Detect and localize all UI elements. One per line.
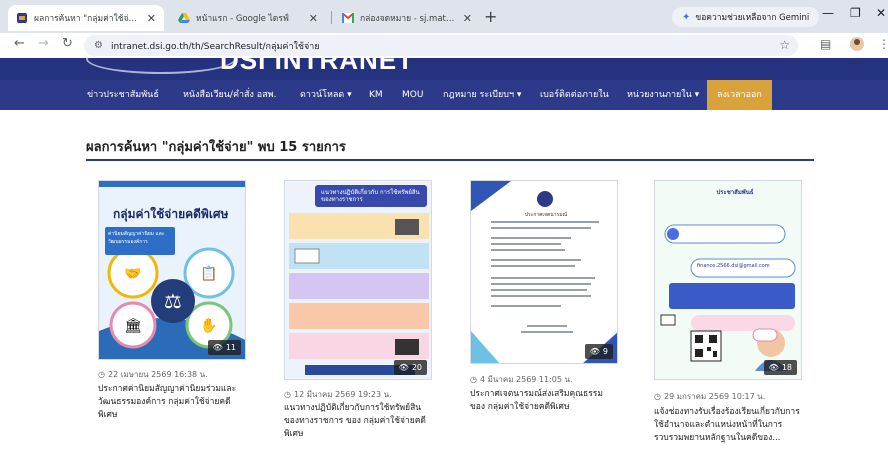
view-count: 20	[411, 363, 422, 372]
thumbnail-title: ประกาศเจตนารมณ์	[524, 212, 568, 218]
thumbnail-graphic	[289, 185, 429, 375]
tab-search-result[interactable]: ผลการค้นหา "กลุ่มค่าใช้จ่าย" พบ 15 ✕	[8, 5, 164, 31]
nav-item-phone-directory[interactable]: เบอร์ติดต่อภายใน	[540, 80, 609, 110]
tab-gmail[interactable]: กล่องจดหมาย - sj.mathurod@gm ✕	[334, 5, 480, 31]
reload-icon[interactable]: ↻	[62, 36, 73, 51]
eye-icon: 👁	[768, 363, 779, 372]
card-date: ◷ 4 มีนาคม 2569 11:05 น.	[470, 373, 573, 386]
tab-title: ผลการค้นหา "กลุ่มค่าใช้จ่าย" พบ 15	[34, 14, 141, 24]
gemini-label: ขอความช่วยเหลือจาก Gemini	[695, 13, 810, 23]
profile-avatar[interactable]	[850, 37, 864, 54]
clock-icon: ◷	[98, 370, 105, 379]
site-info-icon[interactable]: ⚙	[94, 40, 103, 51]
gemini-button[interactable]: ✦ ขอความช่วยเหลือจาก Gemini	[672, 7, 820, 27]
card-date: ◷ 29 มกราคม 2569 10:17 น.	[654, 390, 765, 403]
clock-icon: ◷	[654, 392, 661, 401]
card-date: ◷ 22 เมษายน 2569 16:38 น.	[98, 368, 208, 381]
nav-item-laws[interactable]: กฎหมาย ระเบียบฯ ▾	[443, 80, 521, 110]
nav-item-mou[interactable]: MOU	[402, 80, 423, 110]
card-thumbnail[interactable]: ⚖ 🤝 📋 🏛 ✋ กลุ่มค่าใช้จ่ายคดีพิเศษ ค่านิย…	[98, 180, 246, 360]
address-bar[interactable]: ⚙ intranet.dsi.go.th/th/SearchResult/กลุ…	[84, 35, 798, 56]
reading-mode-icon[interactable]: ▤	[820, 37, 831, 51]
svg-text:🏛: 🏛	[124, 317, 142, 334]
url-text: intranet.dsi.go.th/th/SearchResult/กลุ่ม…	[110, 41, 320, 52]
view-count: 11	[225, 343, 236, 352]
view-count-badge: 👁 9	[584, 344, 613, 359]
browser-toolbar: ← → ↻ ⚙ intranet.dsi.go.th/th/SearchResu…	[0, 33, 888, 58]
view-count: 18	[781, 363, 792, 372]
heading-divider	[86, 159, 814, 161]
maximize-icon[interactable]: ❐	[850, 6, 861, 20]
thumbnail-title: แนวทางปฏิบัติเกี่ยวกับ การใช้ทรัพย์สินขอ…	[321, 189, 420, 203]
svg-text:📋: 📋	[200, 265, 217, 282]
eye-icon: 👁	[589, 347, 600, 356]
svg-text:🤝: 🤝	[124, 266, 141, 282]
clock-icon: ◷	[470, 375, 477, 384]
search-results-heading: ผลการค้นหา "กลุ่มค่าใช้จ่าย" พบ 15 รายกา…	[86, 140, 346, 155]
card-title-link[interactable]: แนวทางปฏิบัติเกี่ยวกับการใช้ทรัพย์สินของ…	[284, 402, 434, 441]
card-thumbnail[interactable]: แนวทางปฏิบัติเกี่ยวกับ การใช้ทรัพย์สินขอ…	[284, 180, 432, 380]
thumbnail-email: finance.2566.dsi@gmail.com	[697, 263, 770, 269]
view-count-badge: 👁 18	[763, 360, 797, 375]
site-header-banner: DSI INTRANET	[0, 58, 888, 80]
svg-text:⚖: ⚖	[164, 289, 182, 313]
tab-close-icon[interactable]: ✕	[309, 12, 318, 25]
minimize-icon[interactable]: —	[822, 6, 834, 20]
view-count-badge: 👁 11	[207, 340, 241, 355]
svg-text:✋: ✋	[200, 317, 217, 334]
gemini-spark-icon: ✦	[682, 11, 691, 23]
eye-icon: 👁	[212, 343, 223, 352]
card-title-link[interactable]: ประกาศค่านิยมสัญญาค่านิยมร่วมและวัฒนธรรม…	[98, 383, 248, 422]
bookmark-star-icon[interactable]: ☆	[779, 38, 790, 52]
card-date: ◷ 12 มีนาคม 2569 19:23 น.	[284, 388, 392, 401]
date-text: 29 มกราคม 2569 10:17 น.	[663, 392, 766, 401]
date-text: 12 มีนาคม 2569 19:23 น.	[293, 390, 392, 399]
tab-title: หน้าแรก - Google ไดรฟ์	[196, 14, 289, 24]
tab-close-icon[interactable]: ✕	[463, 12, 472, 25]
date-text: 22 เมษายน 2569 16:38 น.	[107, 370, 208, 379]
dsi-seal-icon	[86, 58, 236, 74]
nav-item-circulars[interactable]: หนังสือเวียน/คำสั่ง อสพ.	[183, 80, 276, 110]
thumbnail-graphic	[471, 181, 617, 363]
new-tab-button[interactable]: +	[484, 7, 497, 26]
clock-icon: ◷	[284, 390, 291, 399]
close-window-icon[interactable]: ✕	[876, 6, 886, 20]
card-title-link[interactable]: ประกาศเจตนารมณ์ส่งเสริมคุณธรรม ของ กลุ่ม…	[470, 388, 620, 414]
nav-item-km[interactable]: KM	[369, 80, 383, 110]
eye-icon: 👁	[398, 363, 409, 372]
nav-item-downloads[interactable]: ดาวน์โหลด ▾	[300, 80, 352, 110]
card-title-link[interactable]: แจ้งช่องทางรับเรื่องร้องเรียนเกี่ยวกับกา…	[654, 406, 804, 445]
nav-item-news[interactable]: ข่าวประชาสัมพันธ์	[87, 80, 159, 110]
browser-tab-bar: ผลการค้นหา "กลุ่มค่าใช้จ่าย" พบ 15 ✕ หน้…	[0, 0, 888, 33]
tab-separator	[331, 11, 332, 24]
gmail-icon	[342, 12, 354, 24]
card-thumbnail[interactable]: ประกาศเจตนารมณ์ 👁 9	[470, 180, 618, 364]
site-logo[interactable]: DSI INTRANET	[220, 58, 414, 76]
back-arrow-icon[interactable]: ←	[14, 36, 25, 51]
forward-arrow-icon[interactable]: →	[38, 36, 49, 51]
nav-item-departments[interactable]: หน่วยงานภายใน ▾	[627, 80, 699, 110]
google-drive-icon	[178, 12, 190, 24]
card-thumbnail[interactable]: ประชาสัมพันธ์ finance.2566.dsi@gmail.com…	[654, 180, 802, 380]
menu-kebab-icon[interactable]: ⋮	[878, 37, 888, 51]
nav-item-clock-out[interactable]: ลงเวลาออก	[707, 80, 772, 110]
view-count: 9	[602, 347, 608, 356]
thumbnail-subtitle: ค่านิยมสัญญาค่านิยม และวัฒนธรรมองค์การ	[105, 227, 175, 255]
tab-google-drive[interactable]: หน้าแรก - Google ไดรฟ์ ✕	[170, 5, 326, 31]
tab-title: กล่องจดหมาย - sj.mathurod@gm	[360, 14, 457, 24]
thumbnail-graphic	[655, 181, 801, 379]
thumbnail-title: กลุ่มค่าใช้จ่ายคดีพิเศษ	[113, 207, 229, 221]
date-text: 4 มีนาคม 2569 11:05 น.	[479, 375, 573, 384]
main-navigation: ข่าวประชาสัมพันธ์ หนังสือเวียน/คำสั่ง อส…	[0, 80, 888, 110]
thumbnail-title: ประชาสัมพันธ์	[716, 189, 754, 196]
tab-close-icon[interactable]: ✕	[147, 12, 156, 25]
view-count-badge: 👁 20	[393, 360, 427, 375]
dsi-favicon-icon	[16, 12, 28, 24]
